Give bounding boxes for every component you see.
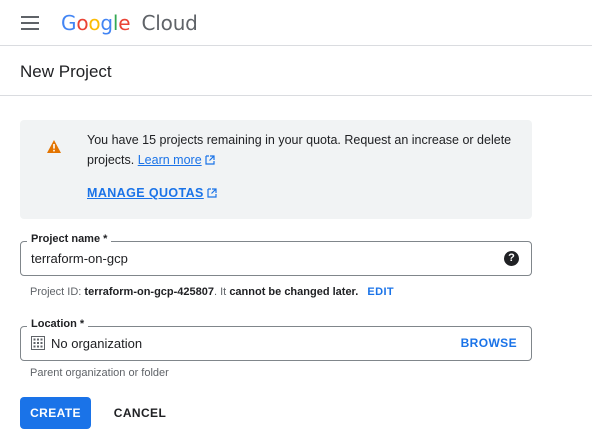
location-label: Location *	[27, 318, 89, 330]
location-field[interactable]: Location * No organization BROWSE	[20, 318, 532, 361]
quota-message: You have 15 projects remaining in your q…	[87, 130, 517, 170]
page-header: New Project	[0, 47, 592, 96]
project-id-hint: Project ID: terraform-on-gcp-425807. It …	[30, 286, 394, 298]
project-id-value: terraform-on-gcp-425807	[84, 286, 215, 298]
building-icon	[31, 336, 45, 350]
create-button[interactable]: CREATE	[20, 397, 91, 429]
external-link-icon	[207, 188, 217, 198]
top-app-bar: Google Cloud	[0, 0, 592, 46]
logo-letter: g	[100, 11, 113, 35]
learn-more-link[interactable]: Learn more	[138, 153, 215, 167]
browse-button[interactable]: BROWSE	[461, 336, 517, 350]
edit-project-id-button[interactable]: EDIT	[367, 286, 394, 298]
page-title: New Project	[20, 62, 112, 81]
project-name-label: Project name *	[27, 233, 112, 245]
quota-notice: You have 15 projects remaining in your q…	[20, 120, 532, 219]
project-name-field[interactable]: Project name * terraform-on-gcp ?	[20, 233, 532, 276]
logo-letter: o	[76, 11, 89, 35]
location-hint: Parent organization or folder	[30, 367, 169, 379]
project-id-prefix: Project ID:	[30, 286, 82, 298]
external-link-icon	[205, 155, 215, 165]
manage-quotas-link[interactable]: MANAGE QUOTAS	[87, 186, 217, 200]
logo-letter: e	[118, 11, 131, 35]
google-wordmark: Google	[61, 11, 137, 35]
cloud-wordmark: Cloud	[141, 11, 198, 35]
google-cloud-logo[interactable]: Google Cloud	[61, 11, 198, 36]
logo-letter: o	[88, 11, 101, 35]
warning-icon	[47, 140, 61, 153]
project-id-warning: cannot be changed later.	[229, 286, 359, 298]
cancel-button[interactable]: CANCEL	[106, 397, 174, 429]
hamburger-menu-icon[interactable]	[21, 16, 39, 30]
location-value: No organization	[51, 336, 143, 351]
question-circle-icon[interactable]: ?	[504, 251, 519, 266]
logo-letter: G	[61, 11, 77, 35]
project-id-middle: . It	[214, 286, 227, 298]
project-name-input[interactable]: terraform-on-gcp	[31, 251, 128, 266]
